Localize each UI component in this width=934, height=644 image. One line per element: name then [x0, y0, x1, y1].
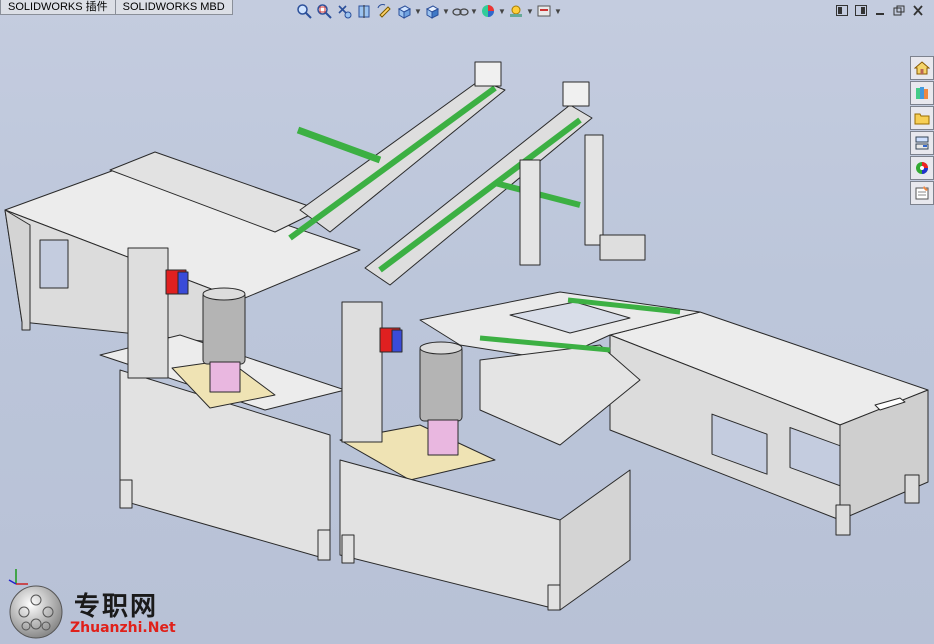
rail-end-cap-2	[562, 81, 590, 107]
view-settings-icon[interactable]	[534, 2, 554, 20]
watermark-ball-icon	[9, 585, 63, 639]
hide-show-items-icon[interactable]	[450, 2, 470, 20]
blue-block-left	[177, 271, 189, 295]
linear-stage-right	[341, 301, 383, 443]
design-library-icon[interactable]	[910, 81, 934, 105]
task-pane-tabs	[910, 56, 934, 205]
motor-left-top	[202, 287, 246, 301]
tab-solidworks-mbd[interactable]: SOLIDWORKS MBD	[114, 0, 233, 15]
graphics-area[interactable]: SOLIDWORKS 插件 SOLIDWORKS MBD ▼ ▼ ▼ ▼ ▼ ▼…	[0, 0, 934, 644]
apply-scene-icon[interactable]	[506, 2, 526, 20]
display-style-icon[interactable]	[422, 2, 442, 20]
motor-left-collar	[209, 361, 241, 393]
motor-right	[419, 345, 463, 422]
apply-scene-dropdown[interactable]: ▼	[526, 7, 534, 16]
custom-properties-icon[interactable]	[910, 181, 934, 205]
dynamic-annotation-icon[interactable]	[374, 2, 394, 20]
left-base-end	[4, 209, 31, 331]
motor-right-top	[419, 341, 463, 355]
right-table-front	[339, 459, 561, 611]
cad-model[interactable]	[0, 0, 934, 644]
view-settings-dropdown[interactable]: ▼	[554, 7, 562, 16]
section-view-icon[interactable]	[354, 2, 374, 20]
hide-show-dropdown[interactable]: ▼	[470, 7, 478, 16]
file-explorer-icon[interactable]	[910, 106, 934, 130]
view-palette-icon[interactable]	[910, 131, 934, 155]
leg-1	[119, 479, 133, 509]
zoom-to-area-icon[interactable]	[314, 2, 334, 20]
left-base-window	[39, 239, 69, 289]
view-orientation-dropdown[interactable]: ▼	[414, 7, 422, 16]
previous-view-icon[interactable]	[334, 2, 354, 20]
leg-2	[317, 529, 331, 561]
blue-block-right	[391, 329, 403, 353]
linear-stage-left	[127, 247, 169, 379]
command-tabs: SOLIDWORKS 插件 SOLIDWORKS MBD	[0, 0, 233, 15]
right-table-side	[559, 469, 631, 611]
rail-end-cap-1	[474, 61, 502, 87]
gantry-column-1	[519, 159, 541, 266]
zoom-to-fit-icon[interactable]	[294, 2, 314, 20]
watermark: 专职网 Zhuanzhi.Net	[6, 580, 196, 644]
gantry-crossbar	[599, 234, 646, 261]
gantry-column-2	[584, 134, 604, 246]
view-orientation-icon[interactable]	[394, 2, 414, 20]
heads-up-view-toolbar: ▼ ▼ ▼ ▼ ▼ ▼	[294, 1, 562, 21]
edit-appearance-dropdown[interactable]: ▼	[498, 7, 506, 16]
tile-right-icon[interactable]	[853, 3, 869, 17]
close-icon[interactable]	[910, 3, 926, 17]
edit-appearance-icon[interactable]	[478, 2, 498, 20]
motor-left	[202, 291, 246, 365]
tile-left-icon[interactable]	[834, 3, 850, 17]
top-green-rail	[296, 126, 382, 164]
home-icon[interactable]	[910, 56, 934, 80]
leg-4	[547, 584, 561, 611]
minimize-icon[interactable]	[872, 3, 888, 17]
appearances-icon[interactable]	[910, 156, 934, 180]
leg-6	[904, 474, 920, 504]
watermark-brand-en: Zhuanzhi.Net	[70, 620, 176, 636]
window-controls	[834, 3, 926, 17]
leg-3	[341, 534, 355, 564]
tab-solidworks-addins[interactable]: SOLIDWORKS 插件	[0, 0, 116, 15]
display-style-dropdown[interactable]: ▼	[442, 7, 450, 16]
restore-icon[interactable]	[891, 3, 907, 17]
watermark-brand-cn: 专职网	[74, 592, 159, 622]
motor-right-collar	[427, 419, 459, 456]
leg-5	[835, 504, 851, 536]
